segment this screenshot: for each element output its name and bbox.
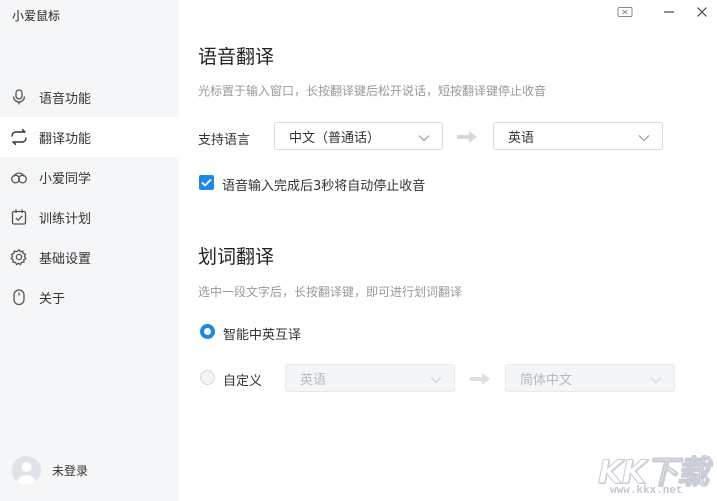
xiaoai-icon [10, 168, 28, 186]
auto-stop-label: 语音输入完成后3秒将自动停止收音 [222, 179, 426, 194]
source-language-value: 中文（普通话） [289, 130, 381, 146]
sidebar-item-label: 语音功能 [39, 91, 92, 107]
calendar-check-icon [10, 208, 28, 226]
sidebar-item-settings[interactable]: 基础设置 [0, 237, 179, 277]
login-status: 未登录 [52, 464, 89, 478]
section-description: 光标置于输入窗口，长按翻译键后松开说话，短按翻译键停止收音 [198, 84, 547, 98]
main-panel: 语音翻译 光标置于输入窗口，长按翻译键后松开说话，短按翻译键停止收音 支持语言 … [179, 0, 717, 501]
sidebar-item-xiaoai[interactable]: 小爱同学 [0, 157, 179, 197]
sidebar-item-voice[interactable]: 语音功能 [0, 77, 179, 117]
sidebar-item-translate[interactable]: 翻译功能 [0, 117, 179, 157]
target-language-select[interactable]: 英语 [493, 122, 663, 150]
chevron-down-icon [650, 373, 662, 388]
avatar-icon [12, 456, 41, 485]
sidebar-item-label: 翻译功能 [39, 131, 92, 147]
chevron-down-icon [430, 373, 442, 388]
app-title: 小爱鼠标 [12, 9, 61, 23]
user-account[interactable]: 未登录 [12, 456, 88, 485]
smart-translate-radio[interactable] [200, 324, 215, 339]
custom-source-value: 英语 [300, 372, 327, 388]
custom-translate-label: 自定义 [223, 374, 263, 389]
arrow-right-icon [456, 129, 478, 148]
source-language-select[interactable]: 中文（普通话） [274, 122, 443, 150]
watermark-url: www.kkx.net [610, 485, 683, 497]
auto-stop-checkbox[interactable] [199, 175, 214, 190]
translate-icon [10, 128, 28, 146]
microphone-icon [10, 88, 28, 106]
chevron-down-icon [418, 131, 430, 146]
section-title-word-translation: 划词翻译 [198, 246, 275, 268]
watermark-logo: KK下载 www.kkx.net [598, 447, 714, 499]
sidebar-nav: 语音功能 翻译功能 小爱同学 训练计划 基础设置 关于 [0, 77, 179, 317]
section-description: 选中一段文字后，长按翻译键，即可进行划词翻译 [198, 285, 463, 299]
custom-target-select: 简体中文 [505, 364, 675, 392]
smart-translate-label: 智能中英互译 [223, 328, 302, 343]
custom-source-select: 英语 [285, 364, 455, 392]
sidebar-item-about[interactable]: 关于 [0, 277, 179, 317]
arrow-right-icon [469, 371, 491, 390]
sidebar-item-label: 训练计划 [39, 211, 92, 227]
sidebar-item-label: 基础设置 [39, 251, 92, 267]
sidebar-item-label: 关于 [39, 291, 66, 307]
sidebar: 小爱鼠标 语音功能 翻译功能 小爱同学 训练计划 基础设置 关于 未登录 [0, 0, 179, 501]
section-title-voice-translation: 语音翻译 [198, 46, 275, 68]
custom-translate-radio[interactable] [200, 370, 215, 385]
custom-target-value: 简体中文 [520, 372, 573, 388]
gear-icon [10, 248, 28, 266]
sidebar-item-training[interactable]: 训练计划 [0, 197, 179, 237]
language-label: 支持语言 [198, 133, 251, 148]
chevron-down-icon [638, 131, 650, 146]
mouse-icon [10, 288, 28, 306]
sidebar-item-label: 小爱同学 [39, 171, 92, 187]
target-language-value: 英语 [508, 130, 535, 146]
